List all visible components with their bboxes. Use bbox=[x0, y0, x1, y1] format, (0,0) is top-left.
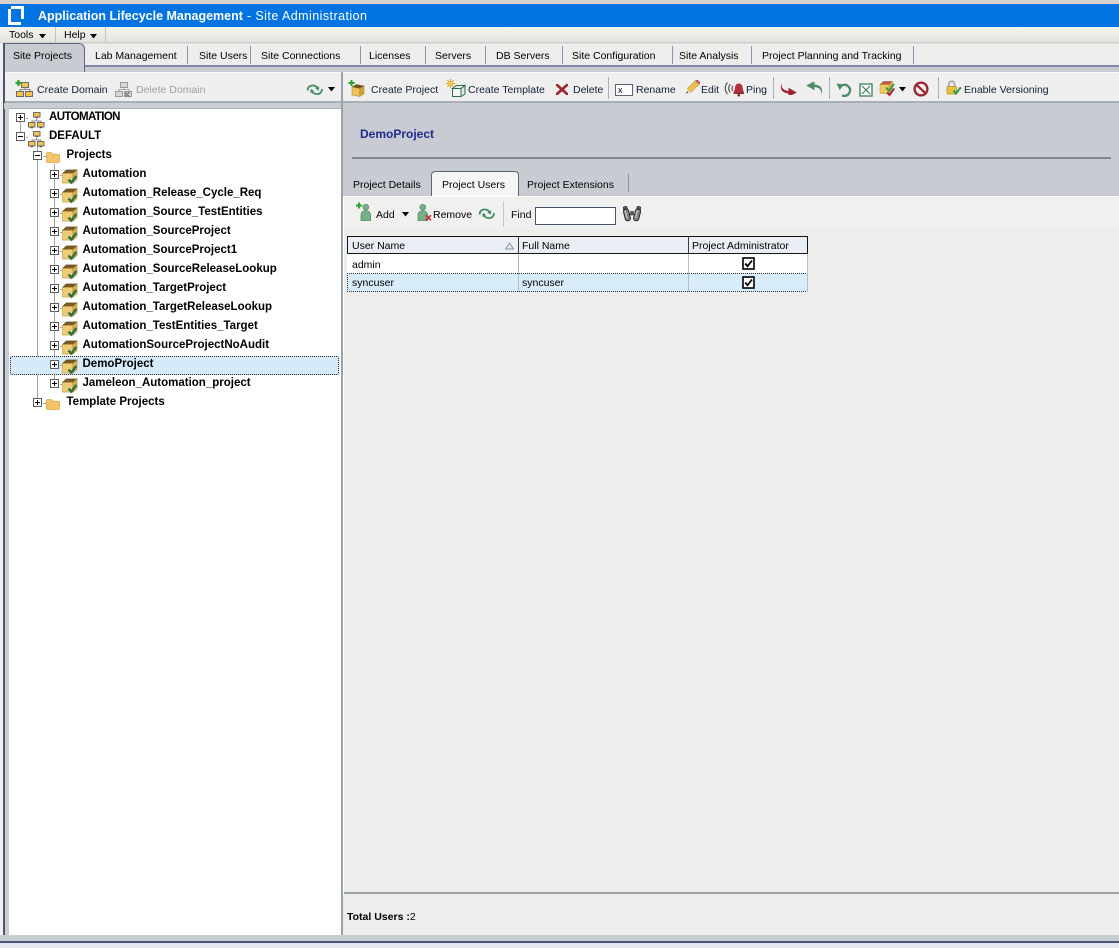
svg-text:x: x bbox=[618, 85, 623, 95]
